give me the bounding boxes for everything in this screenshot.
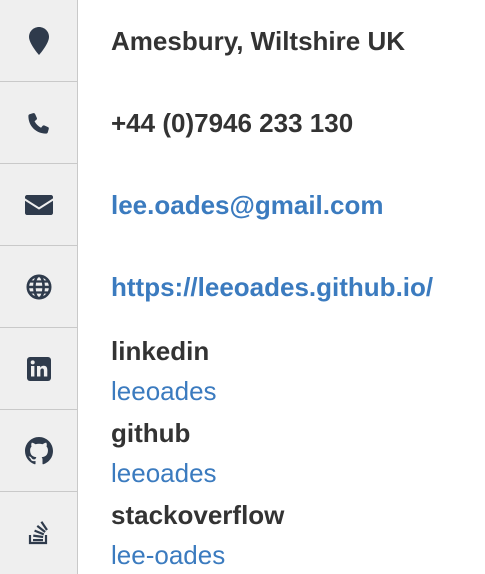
email-link[interactable]: lee.oades@gmail.com xyxy=(111,192,383,218)
phone-icon-cell xyxy=(0,82,78,164)
profile-network-label: linkedin xyxy=(111,336,210,366)
globe-icon-cell xyxy=(0,246,78,328)
profile-username-link[interactable]: leeoades xyxy=(111,376,485,406)
linkedin-icon xyxy=(26,356,51,381)
profile-network-label: stackoverflow xyxy=(111,500,285,530)
phone-icon xyxy=(27,112,49,134)
contact-location-row: Amesbury, Wiltshire UK xyxy=(0,0,485,82)
envelope-icon-cell xyxy=(0,164,78,246)
profile-row-linkedin: linkedin leeoades xyxy=(0,328,485,410)
contact-website-row: https://leeoades.github.io/ xyxy=(0,246,485,328)
profile-username-link[interactable]: leeoades xyxy=(111,458,485,488)
location-text: Amesbury, Wiltshire UK xyxy=(111,26,406,56)
envelope-icon xyxy=(24,194,53,215)
map-marker-icon xyxy=(28,26,49,55)
profile-network-label: github xyxy=(111,418,191,448)
stackoverflow-icon-cell xyxy=(0,492,78,574)
profile-row-github: github leeoades xyxy=(0,410,485,492)
globe-icon xyxy=(26,274,51,299)
contact-phone-row: +44 (0)7946 233 130 xyxy=(0,82,485,164)
stackoverflow-icon xyxy=(28,521,48,545)
contact-email-row: lee.oades@gmail.com xyxy=(0,164,485,246)
website-link[interactable]: https://leeoades.github.io/ xyxy=(111,274,433,300)
github-icon xyxy=(24,436,53,464)
map-marker-icon-cell xyxy=(0,0,78,82)
phone-text: +44 (0)7946 233 130 xyxy=(111,108,354,138)
linkedin-icon-cell xyxy=(0,328,78,410)
contact-list: Amesbury, Wiltshire UK +44 (0)7946 233 1… xyxy=(0,0,485,574)
github-icon-cell xyxy=(0,410,78,492)
profile-row-stackoverflow: stackoverflow lee-oades xyxy=(0,492,485,574)
profile-username-link[interactable]: lee-oades xyxy=(111,540,485,570)
